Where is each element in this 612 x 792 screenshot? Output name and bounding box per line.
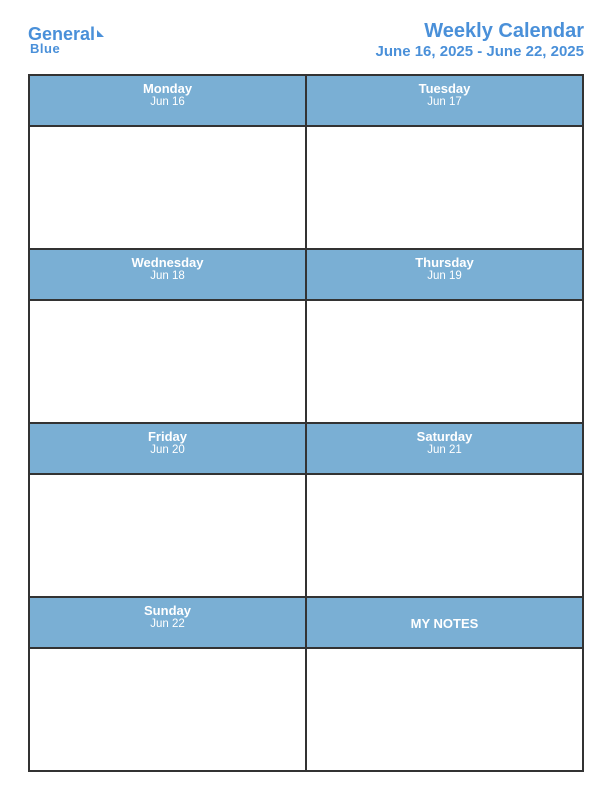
calendar-title: Weekly Calendar [376,20,584,43]
page: General Blue Weekly Calendar June 16, 20… [0,0,612,792]
monday-body[interactable] [29,126,306,249]
sunday-body[interactable] [29,648,306,771]
saturday-header: Saturday Jun 21 [306,423,583,474]
tuesday-date: Jun 17 [309,96,580,108]
header: General Blue Weekly Calendar June 16, 20… [28,20,584,60]
wednesday-name: Wednesday [32,255,303,270]
tuesday-body[interactable] [306,126,583,249]
notes-header: MY NOTES [306,597,583,648]
date-range: June 16, 2025 - June 22, 2025 [376,43,584,60]
friday-body[interactable] [29,474,306,597]
tuesday-name: Tuesday [309,81,580,96]
thursday-body[interactable] [306,300,583,423]
friday-name: Friday [32,429,303,444]
sunday-date: Jun 22 [32,618,303,630]
saturday-body[interactable] [306,474,583,597]
title-area: Weekly Calendar June 16, 2025 - June 22,… [376,20,584,60]
friday-date: Jun 20 [32,444,303,456]
saturday-name: Saturday [309,429,580,444]
monday-header: Monday Jun 16 [29,75,306,126]
thursday-header: Thursday Jun 19 [306,249,583,300]
notes-label: MY NOTES [411,616,479,631]
notes-body[interactable] [306,648,583,771]
saturday-date: Jun 21 [309,444,580,456]
thursday-date: Jun 19 [309,270,580,282]
wednesday-date: Jun 18 [32,270,303,282]
thursday-name: Thursday [309,255,580,270]
tuesday-header: Tuesday Jun 17 [306,75,583,126]
monday-date: Jun 16 [32,96,303,108]
wednesday-body[interactable] [29,300,306,423]
friday-header: Friday Jun 20 [29,423,306,474]
logo-triangle-icon [97,30,104,37]
monday-name: Monday [32,81,303,96]
logo-blue-text: Blue [28,41,60,56]
wednesday-header: Wednesday Jun 18 [29,249,306,300]
sunday-header: Sunday Jun 22 [29,597,306,648]
logo-area: General Blue [28,25,104,56]
calendar-grid: Monday Jun 16 Tuesday Jun 17 Wednesday J… [28,74,584,772]
sunday-name: Sunday [32,603,303,618]
